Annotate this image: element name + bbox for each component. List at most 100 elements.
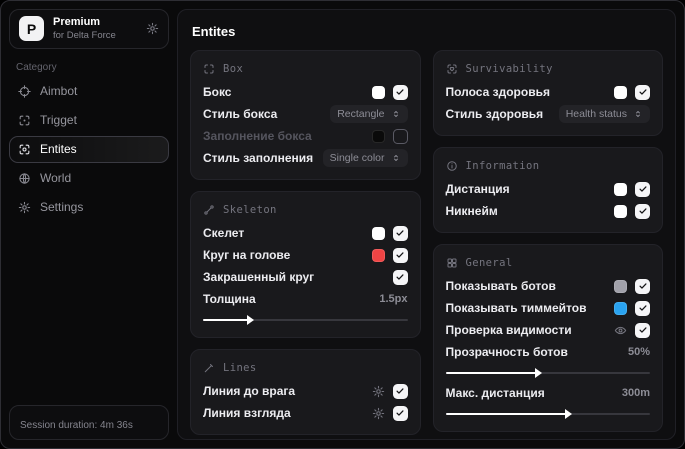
setting-label: Никнейм <box>445 204 498 218</box>
setting-label: Дистанция <box>445 182 510 196</box>
eye-icon[interactable] <box>614 324 627 337</box>
setting-row: Стиль здоровья Health status <box>446 103 650 125</box>
app-logo: P <box>19 16 44 42</box>
color-swatch[interactable] <box>371 129 385 143</box>
row-controls: Single color <box>322 149 408 167</box>
checkbox[interactable] <box>635 278 650 294</box>
setting-row: Никнейм <box>445 200 650 222</box>
main-panel: Entites Box Бокс Стиль бокса Rectangle Запол… <box>177 9 676 440</box>
row-controls <box>392 269 408 285</box>
setting-label: Линия взгляда <box>203 406 291 420</box>
checkbox[interactable] <box>635 181 650 197</box>
row-controls <box>614 203 650 219</box>
checkbox[interactable] <box>635 300 650 316</box>
section-header: Skeleton <box>203 200 408 222</box>
setting-row: Стиль бокса Rectangle <box>203 103 408 125</box>
sidebar: P Premium for Delta Force Category Aimbo… <box>1 1 177 448</box>
color-swatch[interactable] <box>614 204 627 218</box>
logo-card: P Premium for Delta Force <box>9 9 169 49</box>
slider-track[interactable] <box>445 368 650 378</box>
select-value: Health status <box>565 108 627 120</box>
slider-thumb[interactable] <box>534 368 542 378</box>
gear-icon[interactable] <box>146 22 159 35</box>
checkbox[interactable] <box>392 269 408 285</box>
sidebar-item-label: Entites <box>40 142 77 157</box>
row-controls <box>614 84 650 100</box>
setting-label: Стиль бокса <box>203 107 278 121</box>
checkbox[interactable] <box>392 128 408 144</box>
gear-icon[interactable] <box>372 407 385 420</box>
checkbox[interactable] <box>635 203 650 219</box>
section-title: Survivability <box>465 63 553 75</box>
select-dropdown[interactable]: Single color <box>322 149 408 167</box>
section-information: Information Дистанция Никнейм <box>432 147 663 233</box>
slider-fill <box>445 413 569 415</box>
setting-label: Макс. дистанция <box>445 386 545 400</box>
slider-thumb[interactable] <box>565 409 573 419</box>
section-header: Survivability <box>446 59 651 81</box>
color-swatch[interactable] <box>614 301 627 315</box>
color-swatch[interactable] <box>614 279 627 293</box>
setting-label: Стиль заполнения <box>203 151 314 165</box>
color-swatch[interactable] <box>614 182 627 196</box>
select-dropdown[interactable]: Health status <box>558 105 650 123</box>
session-duration: Session duration: 4m 36s <box>9 405 169 440</box>
select-dropdown[interactable]: Rectangle <box>330 105 408 123</box>
color-swatch[interactable] <box>371 85 385 99</box>
slider-track[interactable] <box>203 315 408 325</box>
setting-row: Показывать тиммейтов <box>445 297 650 319</box>
section-title: Skeleton <box>223 204 277 216</box>
section-header: Information <box>446 156 651 178</box>
row-controls: Health status <box>558 105 650 123</box>
section-title: Box <box>223 63 244 75</box>
color-swatch[interactable] <box>371 248 385 262</box>
row-controls <box>371 84 408 100</box>
checkbox[interactable] <box>635 84 650 100</box>
sidebar-item-entites[interactable]: Entites <box>9 135 169 163</box>
slider-fill <box>445 372 538 374</box>
setting-row: Полоса здоровья <box>446 81 650 103</box>
grid-icon <box>446 257 458 269</box>
setting-label: Толщина <box>203 292 256 306</box>
app-window: P Premium for Delta Force Category Aimbo… <box>0 0 685 449</box>
sidebar-item-world[interactable]: World <box>9 165 169 192</box>
pencil-line-icon <box>203 362 215 374</box>
setting-label: Показывать тиммейтов <box>445 301 587 315</box>
checkbox[interactable] <box>392 247 408 263</box>
setting-row: Показывать ботов <box>445 275 650 297</box>
checkbox[interactable] <box>392 405 408 421</box>
section-header: General <box>446 253 651 275</box>
slider-row-header: Макс. дистанция 300m <box>446 382 651 404</box>
section-skeleton: Skeleton Скелет Круг на голове Закрашенный … <box>190 191 421 338</box>
sidebar-item-settings[interactable]: Settings <box>9 194 169 221</box>
setting-label: Круг на голове <box>203 248 291 262</box>
setting-label: Бокс <box>203 85 232 99</box>
slider-thumb[interactable] <box>247 315 255 325</box>
sidebar-item-aimbot[interactable]: Aimbot <box>9 78 169 105</box>
sidebar-nav: Aimbot Trigget Entites World Settings <box>9 78 169 221</box>
section-title: Lines <box>223 362 257 374</box>
checkbox[interactable] <box>392 225 408 241</box>
setting-row: Стиль заполнения Single color <box>203 147 408 169</box>
section-header: Lines <box>203 358 408 380</box>
sidebar-item-trigget[interactable]: Trigget <box>9 107 169 134</box>
app-subtitle: for Delta Force <box>53 30 116 42</box>
slider-track[interactable] <box>445 409 650 419</box>
slider-row-header: Толщина 1.5px <box>203 288 408 310</box>
setting-label: Показывать ботов <box>445 279 556 293</box>
section-box: Box Бокс Стиль бокса Rectangle Заполнение бо… <box>190 50 421 180</box>
checkbox[interactable] <box>635 322 650 338</box>
color-swatch[interactable] <box>614 85 627 99</box>
category-label: Category <box>16 61 57 73</box>
globe-icon <box>18 172 31 185</box>
gear-icon[interactable] <box>372 385 385 398</box>
setting-row: Линия до врага <box>203 380 408 402</box>
info-icon <box>446 160 458 172</box>
scan-heart-icon <box>446 63 458 75</box>
color-swatch[interactable] <box>371 226 385 240</box>
setting-row: Дистанция <box>445 178 650 200</box>
setting-row: Заполнение бокса <box>203 125 408 147</box>
checkbox[interactable] <box>392 84 408 100</box>
slider-fill <box>203 319 251 321</box>
checkbox[interactable] <box>392 383 408 399</box>
